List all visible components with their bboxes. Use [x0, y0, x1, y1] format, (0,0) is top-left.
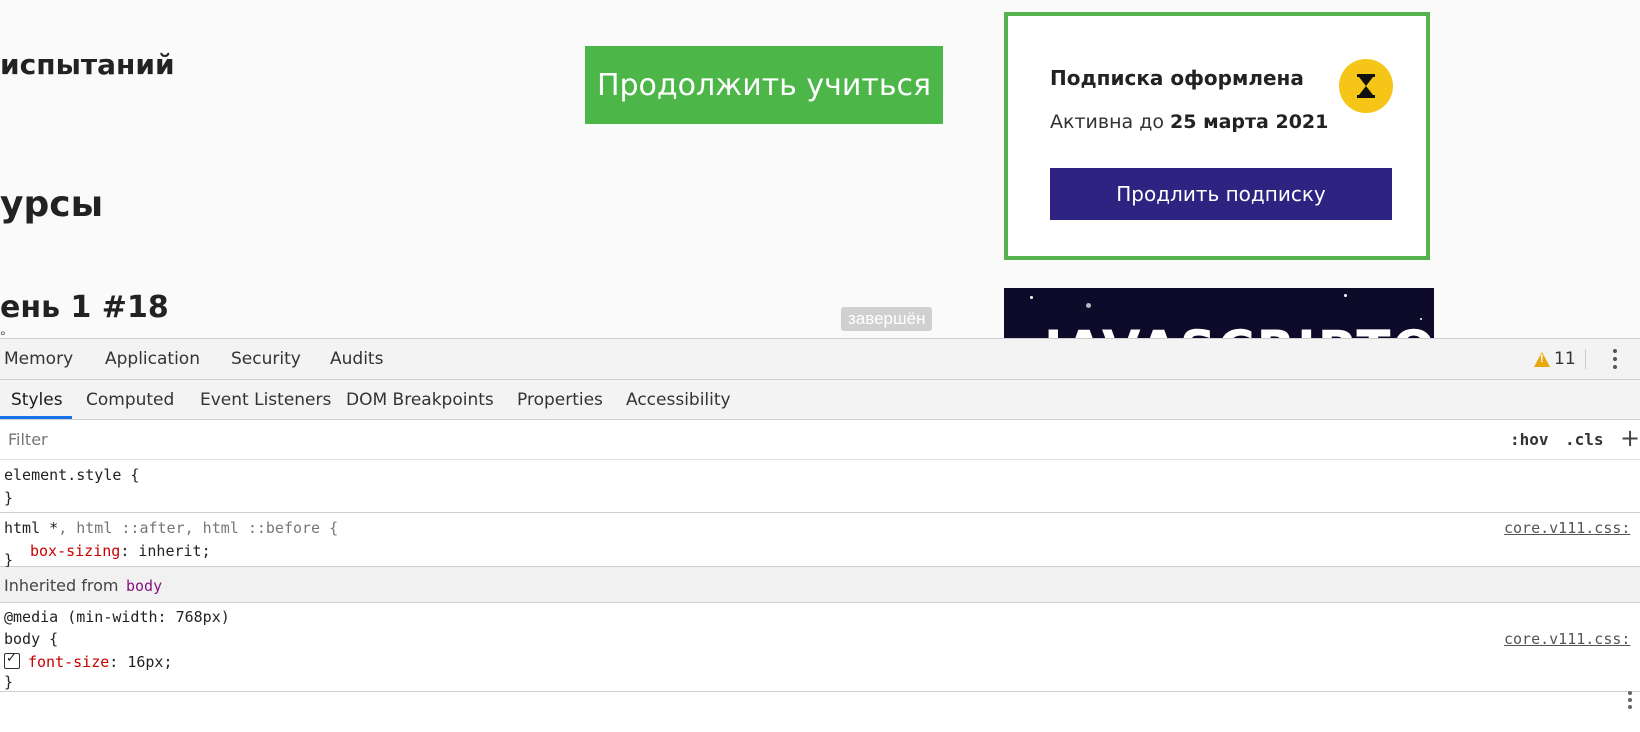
element-style-rule: element.style { } — [0, 460, 1640, 513]
styles-filter-input[interactable] — [8, 430, 1208, 449]
course-subtext: ° — [0, 328, 6, 338]
styles-filter-bar: :hov .cls + — [0, 420, 1640, 460]
new-rule-icon[interactable]: + — [1620, 424, 1640, 452]
continue-learning-button[interactable]: Продолжить учиться — [585, 46, 943, 124]
body-media-rule: @media (min-width: 768px) body { font-si… — [0, 603, 1640, 692]
warning-count: 11 — [1554, 349, 1576, 369]
promo-banner[interactable]: JAVASCRIPTON — [1004, 288, 1434, 338]
renew-subscription-button[interactable]: Продлить подписку — [1050, 168, 1392, 220]
active-date: 25 марта 2021 — [1170, 111, 1329, 133]
active-prefix: Активна до — [1050, 111, 1164, 133]
rule-options-icon[interactable] — [1628, 691, 1632, 712]
hover-state-toggle[interactable]: :hov — [1510, 430, 1549, 449]
active-tab-indicator — [0, 416, 72, 419]
css-property: font-size — [28, 653, 110, 671]
tab-event-listeners[interactable]: Event Listeners — [200, 390, 331, 410]
section-heading: испытаний — [0, 48, 175, 81]
promo-text: JAVASCRIPTON — [1044, 320, 1434, 338]
warning-icon — [1534, 351, 1550, 367]
tab-application[interactable]: Application — [105, 349, 200, 369]
rule-close: } — [4, 673, 14, 691]
inherited-element-link[interactable]: body — [126, 577, 162, 595]
tab-security[interactable]: Security — [231, 349, 301, 369]
divider — [1585, 349, 1586, 369]
source-link[interactable]: core.v111.css: — [1504, 519, 1630, 537]
tab-memory[interactable]: Memory — [4, 349, 73, 369]
rule-selector[interactable]: body { — [4, 630, 58, 648]
rule-close: } — [4, 489, 14, 507]
more-options-icon[interactable] — [1612, 347, 1618, 371]
status-badge: завершён — [841, 307, 933, 331]
tab-properties[interactable]: Properties — [517, 390, 603, 410]
universal-rule: html *, html ::after, html ::before { bo… — [0, 513, 1640, 567]
inherited-from-header: Inherited from body — [0, 567, 1640, 603]
source-link[interactable]: core.v111.css: — [1504, 630, 1630, 648]
devtools-panel: Memory Application Security Audits 11 St… — [0, 338, 1640, 732]
tab-audits[interactable]: Audits — [330, 349, 383, 369]
property-enabled-checkbox[interactable] — [4, 651, 20, 669]
selector-match: html * — [4, 519, 59, 537]
tab-accessibility[interactable]: Accessibility — [626, 390, 731, 410]
inherited-label: Inherited from — [4, 576, 119, 595]
subscription-active-until: Активна до 25 марта 2021 — [1050, 111, 1328, 133]
subscription-title: Подписка оформлена — [1050, 66, 1304, 90]
sidebar-pane-tabs: Styles Computed Event Listeners DOM Brea… — [0, 380, 1640, 420]
css-value: : 16px; — [109, 653, 173, 671]
rule-selector[interactable]: html *, html ::after, html ::before { — [4, 519, 338, 537]
devtools-tabbar: Memory Application Security Audits 11 — [0, 339, 1640, 380]
css-value: : inherit; — [120, 542, 211, 560]
css-property: box-sizing — [30, 542, 121, 560]
css-declaration[interactable]: box-sizing: inherit; — [30, 542, 211, 560]
rule-selector[interactable]: element.style { — [4, 466, 139, 484]
page-content: испытаний урсы ень 1 #18 ° Продолжить уч… — [0, 0, 1640, 338]
tab-computed[interactable]: Computed — [86, 390, 174, 410]
hourglass-icon — [1339, 59, 1393, 113]
course-title[interactable]: ень 1 #18 — [0, 290, 169, 325]
tab-styles[interactable]: Styles — [11, 390, 63, 410]
selector-rest: , html ::after, html ::before { — [58, 519, 339, 537]
css-declaration[interactable]: font-size: 16px; — [4, 651, 173, 671]
media-query: @media (min-width: 768px) — [4, 608, 230, 626]
courses-heading: урсы — [0, 184, 104, 225]
subscription-card: Подписка оформлена Активна до 25 марта 2… — [1004, 12, 1430, 260]
class-toggle[interactable]: .cls — [1565, 430, 1604, 449]
tab-dom-breakpoints[interactable]: DOM Breakpoints — [346, 390, 494, 410]
warnings-counter[interactable]: 11 — [1534, 349, 1576, 369]
